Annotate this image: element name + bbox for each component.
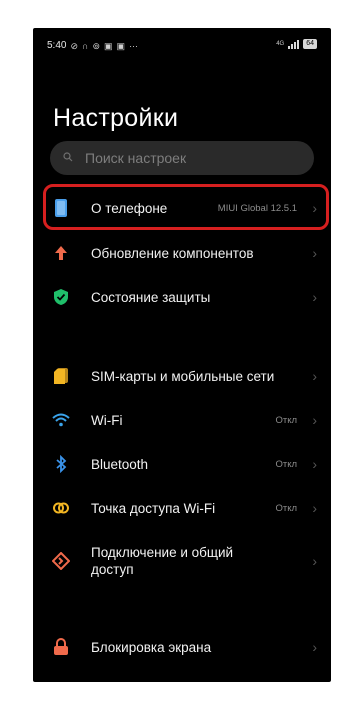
settings-item-connection-sharing[interactable]: Подключение и общий доступ › [33,536,331,586]
settings-item-value: Откл [275,414,297,426]
settings-item-value: MIUI Global 12.5.1 [217,202,297,214]
wifi-icon [51,410,71,430]
settings-item-label: Точка доступа Wi-Fi [91,500,216,516]
search-bar[interactable] [50,141,314,175]
shield-check-icon [51,287,71,307]
battery-icon: 64 [303,39,317,49]
status-time: 5:40 [47,40,67,51]
more-notifications-icon: ··· [129,40,139,51]
settings-item-label: Подключение и общий доступ [91,544,233,578]
chevron-right-icon: › [312,553,317,569]
settings-item-label: Состояние защиты [91,289,211,305]
chevron-right-icon: › [312,500,317,516]
settings-item-hotspot[interactable]: Точка доступа Wi-Fi Откл › [33,486,331,530]
share-icon [51,551,71,571]
settings-item-wifi[interactable]: Wi-Fi Откл › [33,398,331,442]
phone-icon [51,198,71,218]
settings-item-value: Откл [275,458,297,470]
settings-item-bluetooth[interactable]: Bluetooth Откл › [33,442,331,486]
download-off-icon: ⊘ [70,40,79,51]
status-right: 4G 64 [276,39,317,49]
sim-icon [51,366,71,386]
search-icon [63,151,83,165]
chevron-right-icon: › [312,639,317,655]
settings-item-label-line1: Подключение и общий [91,545,234,560]
settings-item-label: Bluetooth [91,456,149,472]
chevron-right-icon: › [312,368,317,384]
settings-item-label: SIM-карты и мобильные сети [91,368,275,384]
network-type-label: 4G [276,41,285,47]
settings-item-label: Блокировка экрана [91,639,212,655]
arrow-up-icon [51,243,71,263]
vpn-icon: ⊚ [92,40,101,51]
hotspot-icon [51,498,71,518]
settings-item-component-updates[interactable]: Обновление компонентов › [33,231,331,275]
settings-item-label: Обновление компонентов [91,245,254,261]
twitch-icon: ▣ [104,40,113,51]
phone-screen: 5:40 ⊘ ∩ ⊚ ▣ ▣ ··· 4G 64 Настройки О тел… [33,28,331,682]
settings-item-label-line2: доступ [91,562,134,577]
settings-item-security-status[interactable]: Состояние защиты › [33,275,331,319]
chevron-right-icon: › [312,412,317,428]
settings-item-value: Откл [275,502,297,514]
settings-item-sim-cards[interactable]: SIM-карты и мобильные сети › [33,354,331,398]
chevron-right-icon: › [312,245,317,261]
status-bar: 5:40 ⊘ ∩ ⊚ ▣ ▣ ··· 4G 64 [33,28,331,62]
lock-icon [51,637,71,657]
headphones-icon: ∩ [82,40,89,51]
settings-item-screen-lock[interactable]: Блокировка экрана › [33,625,331,669]
search-input[interactable] [85,150,285,166]
signal-icon [288,39,300,49]
twitch-icon: ▣ [116,40,126,51]
settings-item-about-phone[interactable]: О телефоне MIUI Global 12.5.1 › [33,186,331,230]
settings-item-label: О телефоне [91,200,168,216]
page-title: Настройки [53,104,179,132]
chevron-right-icon: › [312,456,317,472]
chevron-right-icon: › [312,200,317,216]
settings-item-label: Wi-Fi [91,412,123,428]
status-left: 5:40 ⊘ ∩ ⊚ ▣ ▣ ··· [47,40,138,51]
chevron-right-icon: › [312,289,317,305]
bluetooth-icon [51,454,71,474]
